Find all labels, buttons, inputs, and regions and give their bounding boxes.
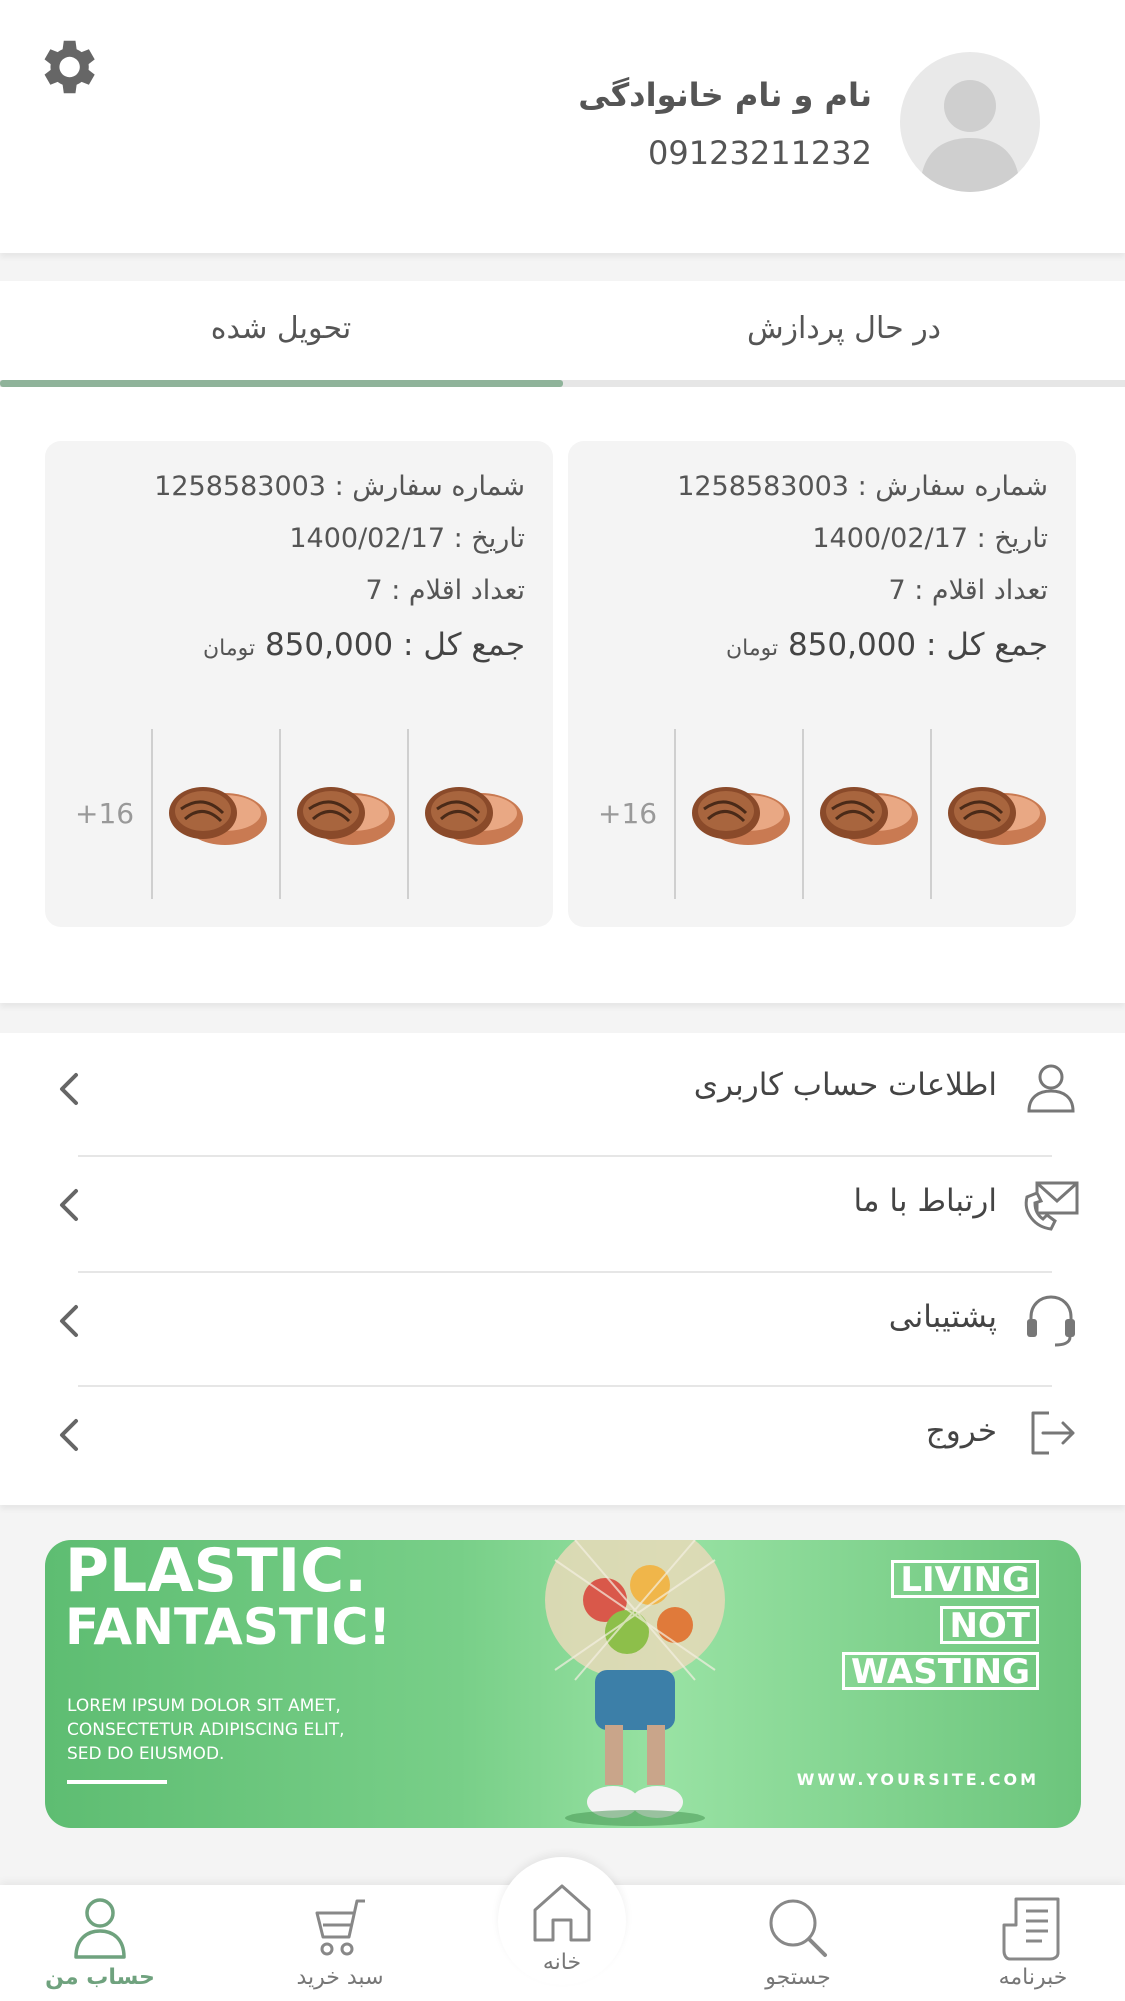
nav-cart[interactable]: سبد خرید <box>260 1895 420 1990</box>
banner-body-line: CONSECTETUR ADIPISCING ELIT, <box>67 1720 345 1740</box>
order-card[interactable]: شماره سفارش : 1258583003 تاریخ : 1400/02… <box>568 441 1076 927</box>
chevron-left-icon <box>54 1415 84 1455</box>
profile-header: نام و نام خانوادگی 09123211232 <box>0 0 1125 253</box>
menu-item-support[interactable]: پشتیبانی <box>0 1265 1125 1381</box>
search-icon <box>769 1899 827 1957</box>
nav-label: خبرنامه <box>998 1965 1068 1990</box>
menu-item-contact-us[interactable]: ارتباط با ما <box>0 1149 1125 1265</box>
settings-gear-icon[interactable] <box>32 32 102 102</box>
account-menu: اطلاعات حساب کاربری ارتباط با ما پشتیبان… <box>0 1033 1125 1505</box>
order-total-value: 850,000 <box>264 627 394 663</box>
order-total: جمع کل : 850,000 تومان <box>203 627 525 663</box>
copper-dish-icon <box>692 787 790 845</box>
avatar[interactable] <box>900 52 1040 192</box>
banner-slogan-1: LIVING <box>891 1560 1039 1598</box>
product-thumbnail[interactable] <box>930 729 1058 899</box>
menu-item-logout[interactable]: خروج <box>0 1379 1125 1495</box>
logout-icon <box>1021 1403 1081 1463</box>
banner-underline <box>67 1780 167 1784</box>
menu-item-label: خروج <box>925 1413 997 1449</box>
banner-slogan-2: NOT <box>940 1606 1039 1644</box>
cart-icon <box>315 1899 365 1956</box>
banner-headline-1: PLASTIC. <box>65 1540 367 1606</box>
promo-banner[interactable]: PLASTIC. FANTASTIC! LOREM IPSUM DOLOR SI… <box>45 1540 1081 1828</box>
order-total-value: 850,000 <box>787 627 917 663</box>
menu-item-label: ارتباط با ما <box>853 1183 997 1219</box>
chevron-left-icon <box>54 1185 84 1225</box>
copper-dish-icon <box>948 787 1046 845</box>
banner-slogan-3: WASTING <box>842 1652 1039 1690</box>
product-thumbnail[interactable] <box>151 729 279 899</box>
order-currency: تومان <box>725 636 779 661</box>
menu-item-label: پشتیبانی <box>888 1299 997 1335</box>
account-icon <box>74 1898 126 1959</box>
nav-newsletter[interactable]: خبرنامه <box>953 1895 1113 1990</box>
banner-body-line: SED DO EIUSMOD. <box>67 1744 225 1764</box>
nav-label: حساب من <box>45 1965 155 1990</box>
copper-dish-icon <box>820 787 918 845</box>
avatar-placeholder-icon <box>920 80 1020 192</box>
tab-processing[interactable]: در حال پردازش <box>563 311 1125 346</box>
user-phone: 09123211232 <box>648 134 872 172</box>
nav-label: خانه <box>542 1950 582 1975</box>
order-card[interactable]: شماره سفارش : 1258583003 تاریخ : 1400/02… <box>45 441 553 927</box>
order-currency: تومان <box>202 636 256 661</box>
user-name: نام و نام خانوادگی <box>578 76 872 114</box>
headset-icon <box>1021 1289 1081 1349</box>
more-items-count: +16 <box>598 797 658 830</box>
order-date: تاریخ : 1400/02/17 <box>812 523 1048 554</box>
order-thumbnails: +16 <box>45 729 553 899</box>
chevron-left-icon <box>54 1069 84 1109</box>
nav-home[interactable]: خانه <box>482 1880 642 1975</box>
product-thumbnail[interactable] <box>279 729 407 899</box>
nav-my-account[interactable]: حساب من <box>20 1895 180 1990</box>
order-number: شماره سفارش : 1258583003 <box>154 471 525 502</box>
more-items-count: +16 <box>75 797 135 830</box>
order-item-count: تعداد اقلام : 7 <box>365 575 525 606</box>
banner-headline-2: FANTASTIC! <box>65 1598 392 1656</box>
order-item-count: تعداد اقلام : 7 <box>888 575 1048 606</box>
menu-item-account-info[interactable]: اطلاعات حساب کاربری <box>0 1033 1125 1149</box>
banner-body-line: LOREM IPSUM DOLOR SIT AMET, <box>67 1696 341 1716</box>
nav-search[interactable]: جستجو <box>718 1895 878 1990</box>
newsletter-icon <box>1002 1897 1060 1961</box>
copper-dish-icon <box>169 787 267 845</box>
product-thumbnail[interactable] <box>802 729 930 899</box>
mail-phone-icon <box>1021 1173 1081 1233</box>
order-total-label: جمع کل : <box>926 627 1048 663</box>
order-date: تاریخ : 1400/02/17 <box>289 523 525 554</box>
product-thumbnail[interactable] <box>407 729 535 899</box>
chevron-left-icon <box>54 1301 84 1341</box>
banner-url: WWW.YOURSITE.COM <box>796 1770 1039 1789</box>
menu-item-label: اطلاعات حساب کاربری <box>693 1067 997 1103</box>
nav-label: سبد خرید <box>296 1965 384 1990</box>
order-thumbnails: +16 <box>568 729 1076 899</box>
tab-delivered[interactable]: تحویل شده <box>0 311 562 346</box>
orders-section: در حال پردازش تحویل شده شماره سفارش : 12… <box>0 281 1125 1003</box>
copper-dish-icon <box>425 787 523 845</box>
order-total-label: جمع کل : <box>403 627 525 663</box>
copper-dish-icon <box>297 787 395 845</box>
order-number: شماره سفارش : 1258583003 <box>677 471 1048 502</box>
banner-person-with-bag-illustration <box>545 1540 725 1826</box>
tab-active-indicator <box>0 380 563 387</box>
product-thumbnail[interactable] <box>674 729 802 899</box>
order-total: جمع کل : 850,000 تومان <box>726 627 1048 663</box>
user-icon <box>1021 1057 1081 1117</box>
nav-label: جستجو <box>765 1965 831 1990</box>
home-icon <box>533 1884 591 1942</box>
